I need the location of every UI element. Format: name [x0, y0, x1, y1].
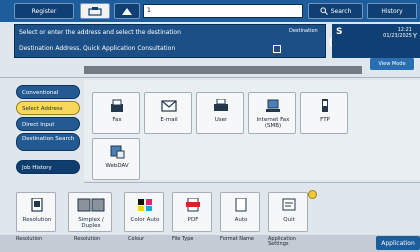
notification-dot	[308, 190, 317, 199]
bottom-label: Resolution	[74, 236, 101, 242]
phone-icon	[322, 99, 328, 112]
destination-label: User	[214, 117, 228, 123]
list-icon[interactable]	[273, 45, 281, 53]
bottom-bar	[0, 235, 420, 252]
auto-icon	[235, 198, 247, 212]
status-panel: S 12:21 01/23/2025 Y	[332, 24, 420, 58]
quick-setting-label: Auto	[234, 217, 248, 223]
pdf-icon	[186, 198, 200, 212]
application-button[interactable]: Application	[376, 236, 420, 250]
status-mode: S	[336, 27, 343, 37]
sidebar-item-destination-search[interactable]: Destination Search	[16, 133, 80, 151]
register-button[interactable]: Register	[14, 3, 74, 19]
bottom-label: Application Settings	[268, 236, 296, 247]
sidebar-item-direct-input[interactable]: Direct Input	[16, 117, 80, 131]
instruction-panel: Select or enter the address and select t…	[14, 24, 337, 58]
quick-setting-label: PDF	[187, 217, 199, 223]
quick-setting-file-type[interactable]: PDF	[172, 192, 212, 232]
email-icon	[161, 100, 177, 112]
quick-setting-format[interactable]: Auto	[220, 192, 260, 232]
divider	[0, 77, 420, 78]
instruction-line-2: Destination Address, Quick Application C…	[19, 45, 176, 52]
register-label: Register	[31, 7, 57, 15]
destination-webdav[interactable]: WebDAV	[92, 138, 140, 180]
webdav-icon	[110, 145, 125, 159]
destination-label: Fax	[112, 117, 122, 123]
quick-setting-label: Color Auto	[130, 217, 160, 223]
destination-label: WebDAV	[105, 163, 129, 169]
view-mode-button[interactable]: View Mode	[370, 58, 414, 70]
quick-setting-label: Resolution	[22, 217, 52, 223]
printer-icon	[214, 99, 228, 111]
quick-setting-label: Simplex / Duplex	[78, 217, 104, 229]
fax-mode-button[interactable]	[80, 3, 110, 19]
destination-strip	[84, 66, 362, 74]
destination-fax[interactable]: Fax	[92, 92, 140, 134]
search-icon	[320, 7, 328, 15]
quick-setting-color[interactable]: Color Auto	[124, 192, 164, 232]
status-letter: Y	[412, 32, 417, 40]
destination-user[interactable]: User	[196, 92, 244, 134]
bottom-label: File Type	[172, 236, 194, 242]
destination-internet-fax[interactable]: Internet Fax (SMB)	[248, 92, 296, 134]
fax-icon	[88, 6, 102, 16]
destination-label: E-mail	[160, 117, 178, 123]
sidebar-item-conventional[interactable]: Conventional	[16, 85, 80, 99]
sidebar-item-job-history[interactable]: Job History	[16, 160, 80, 174]
instruction-line-1: Select or enter the address and select t…	[19, 29, 181, 36]
duplex-icon	[77, 198, 105, 212]
color-icon	[138, 199, 152, 211]
quick-setting-duplex[interactable]: Simplex / Duplex	[68, 192, 112, 232]
scan-icon	[122, 7, 132, 15]
fax-icon	[111, 99, 123, 112]
destination-label: Internet Fax (SMB)	[256, 117, 290, 129]
history-button[interactable]: History	[367, 3, 417, 19]
scan-mode-button[interactable]	[114, 3, 140, 19]
search-button[interactable]: Search	[308, 3, 363, 19]
quick-setting-label: Quit	[283, 217, 295, 223]
quick-setting-application[interactable]: Quit	[268, 192, 308, 232]
destination-label: FTP	[320, 117, 330, 123]
bottom-label: Resolution	[16, 236, 43, 242]
address-input[interactable]: 1	[143, 4, 303, 18]
history-label: History	[381, 7, 403, 15]
status-time-date: 12:21 01/23/2025	[372, 27, 412, 39]
bottom-label: Format Name	[220, 236, 254, 242]
status-date: 01/23/2025	[383, 33, 412, 39]
destination-email[interactable]: E-mail	[144, 92, 192, 134]
computer-icon	[266, 99, 280, 112]
quick-setting-resolution[interactable]: Resolution	[16, 192, 56, 232]
divider	[84, 182, 420, 183]
bottom-label: Colour	[128, 236, 145, 242]
sidebar-item-select-address[interactable]: Select Address	[16, 101, 80, 115]
quit-icon	[282, 198, 296, 211]
search-label: Search	[330, 7, 352, 15]
destination-ftp[interactable]: FTP	[300, 92, 348, 134]
document-icon	[31, 198, 43, 212]
